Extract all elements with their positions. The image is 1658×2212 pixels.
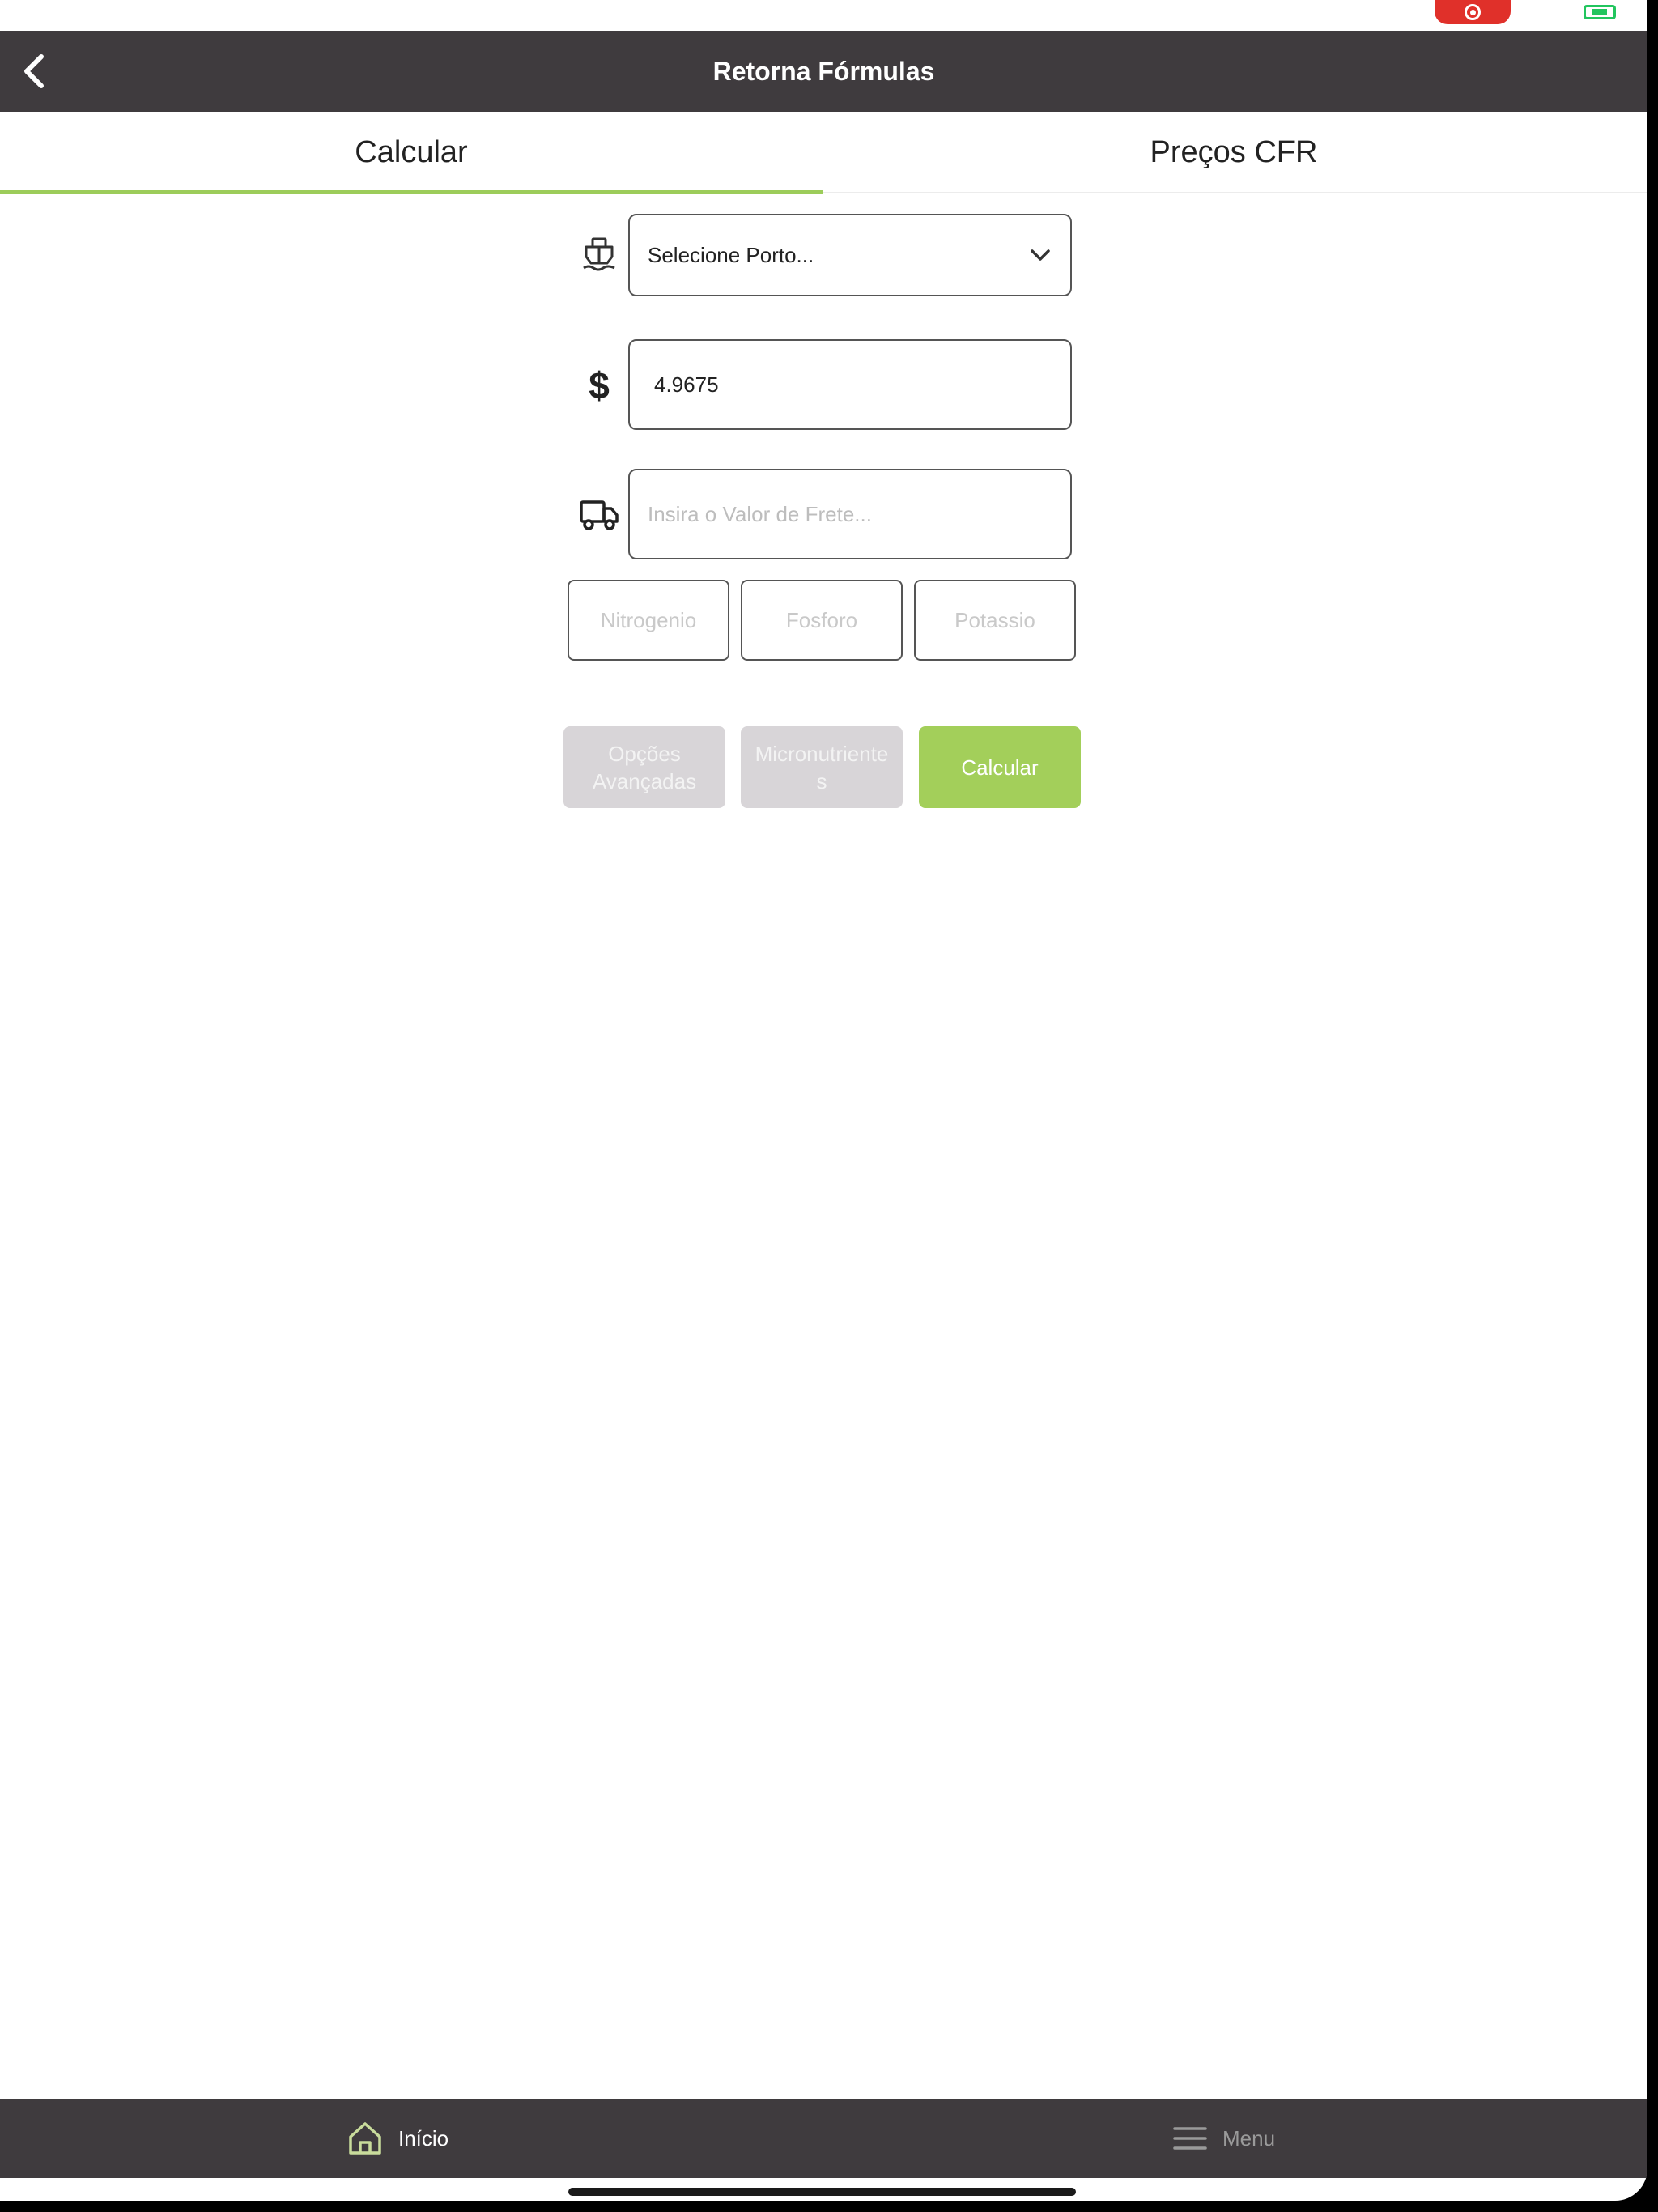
calculate-button[interactable]: Calcular [919,726,1081,808]
bottom-nav: Início Menu [0,2099,1647,2178]
advanced-options-button[interactable]: Opções Avançadas [563,726,725,808]
advanced-options-label: Opções Avançadas [593,740,696,795]
micronutrients-label: Micronutriente s [755,740,889,795]
micronutrients-line2: s [816,768,827,793]
advanced-options-line2: Avançadas [592,768,697,793]
tab-bar: Calcular Preços CFR [0,112,1647,194]
dollar-rate-value: 4.9675 [654,372,719,397]
freight-input[interactable]: Insira o Valor de Frete... [628,469,1072,559]
nav-menu-label: Menu [1222,2125,1276,2150]
potassium-input[interactable]: Potassio [914,580,1076,661]
app-screen: Retorna Fórmulas Calcular Preços CFR Sel… [0,0,1647,2201]
tab-precos-cfr[interactable]: Preços CFR [823,112,1645,193]
record-icon [1465,4,1481,20]
freight-placeholder: Insira o Valor de Frete... [648,501,872,526]
micronutrients-button[interactable]: Micronutriente s [741,726,903,808]
status-bar [0,0,1647,31]
dollar-rate-input[interactable]: 4.9675 [628,339,1072,430]
battery-icon [1584,5,1616,19]
truck-icon [576,492,622,538]
phosphorus-input[interactable]: Fosforo [741,580,903,661]
ship-icon [576,232,622,277]
menu-icon [1173,2127,1207,2150]
page-title: Retorna Fórmulas [712,56,935,86]
port-select-value: Selecione Porto... [648,242,814,267]
nav-home[interactable]: Início [346,2099,449,2178]
chevron-down-icon [1031,249,1050,261]
micronutrients-line1: Micronutriente [755,741,889,766]
nitrogen-input[interactable]: Nitrogenio [568,580,729,661]
nav-home-label: Início [398,2125,449,2150]
app-header: Retorna Fórmulas [0,31,1647,112]
device-frame: Retorna Fórmulas Calcular Preços CFR Sel… [0,0,1658,2212]
screen-recording-indicator[interactable] [1435,0,1511,24]
home-indicator [568,2188,1076,2196]
tab-calcular[interactable]: Calcular [0,112,823,194]
advanced-options-line1: Opções [608,741,681,766]
dollar-icon: $ [589,364,610,406]
home-icon [349,2122,381,2155]
port-select[interactable]: Selecione Porto... [628,214,1072,296]
nav-menu[interactable]: Menu [1172,2099,1275,2178]
